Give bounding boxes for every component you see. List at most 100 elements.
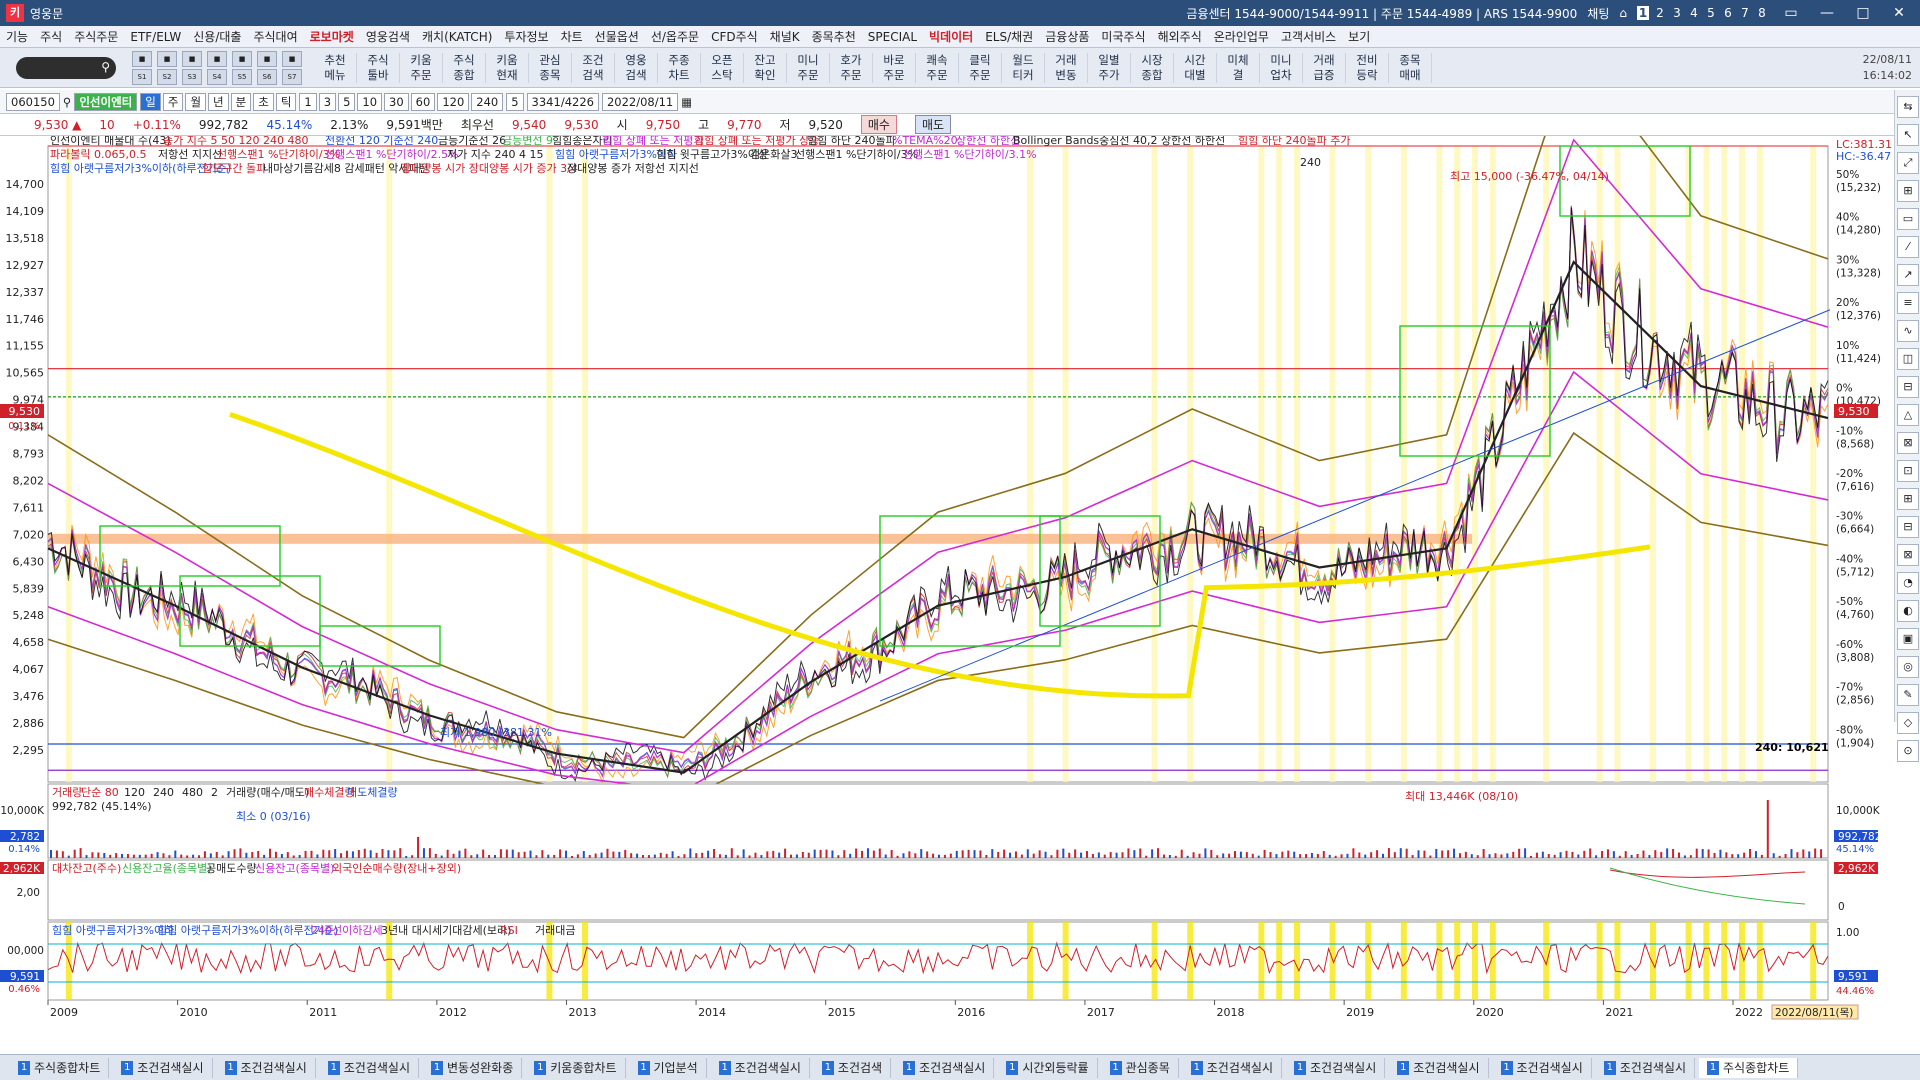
toolbar-button[interactable]: 오픈 스탁 [701, 52, 744, 83]
interval-tab[interactable]: 120 [437, 92, 470, 111]
taskbar-tab[interactable]: 1 조건검색실시 [320, 1057, 419, 1078]
menu-item[interactable]: CFD주식 [711, 28, 758, 45]
drawing-tool-icon[interactable]: ⊙ [1897, 740, 1919, 762]
toolbar-button[interactable]: 추천 메뉴 [314, 52, 357, 83]
toolbar-button[interactable]: 키움 현재 [486, 52, 529, 83]
page-4[interactable]: 4 [1688, 6, 1700, 20]
screen-slot-label[interactable]: S3 [182, 68, 202, 85]
menu-item[interactable]: 로보마켓 [310, 28, 354, 45]
menu-search-input[interactable]: ⚲ [16, 56, 116, 79]
menu-item[interactable]: 고객서비스 [1281, 28, 1336, 45]
drawing-tool-icon[interactable]: ⁄ [1897, 236, 1919, 258]
toolbar-button[interactable]: 키움 주문 [400, 52, 443, 83]
taskbar-tab[interactable]: 1 주식종합차트 [10, 1057, 110, 1078]
drawing-tool-icon[interactable]: ⤢ [1897, 152, 1919, 174]
menu-item[interactable]: 주식대여 [253, 28, 297, 45]
toolbar-button[interactable]: 조건 검색 [572, 52, 615, 83]
period-tab[interactable]: 초 [253, 92, 274, 111]
toolbar-button[interactable]: 잔고 확인 [744, 52, 787, 83]
interval-tab[interactable]: 30 [384, 92, 409, 111]
toolbar-button[interactable]: 일별 주가 [1088, 52, 1131, 83]
toolbar-button[interactable]: 관심 종목 [529, 52, 572, 83]
taskbar-tab[interactable]: 1 시간외등락률 [998, 1057, 1098, 1078]
toolbar-button[interactable]: 월드 티커 [1002, 52, 1045, 83]
screen-slot-label[interactable]: S7 [282, 68, 302, 85]
menu-item[interactable]: SPECIAL [868, 30, 917, 44]
drawing-tool-icon[interactable]: ≡ [1897, 292, 1919, 314]
screen-slot-label[interactable]: S2 [157, 68, 177, 85]
drawing-tool-icon[interactable]: ◫ [1897, 348, 1919, 370]
page-3[interactable]: 3 [1671, 6, 1683, 20]
toolbar-button[interactable]: 거래 급증 [1303, 52, 1346, 83]
chat-button[interactable]: 채팅 [1587, 5, 1609, 22]
screen-slot-label[interactable]: S1 [132, 68, 152, 85]
date-input[interactable]: 2022/08/11 [601, 92, 679, 111]
data-count[interactable]: 3341/4226 [526, 92, 599, 111]
toolbar-button[interactable]: 미니 업차 [1260, 52, 1303, 83]
interval-tab[interactable]: 3 [318, 92, 337, 111]
menu-item[interactable]: 주식 [40, 28, 62, 45]
drawing-tool-icon[interactable]: ⊞ [1897, 488, 1919, 510]
period-tab[interactable]: 년 [208, 92, 229, 111]
interval-tab[interactable]: 60 [410, 92, 436, 111]
restore-icon[interactable]: ▭ [1778, 5, 1804, 21]
menu-item[interactable]: 기능 [6, 28, 28, 45]
period-tab[interactable]: 틱 [275, 92, 297, 111]
menu-item[interactable]: 보기 [1348, 28, 1370, 45]
screen-icon[interactable]: ■ [232, 50, 252, 67]
drawing-tool-icon[interactable]: ⇆ [1897, 96, 1919, 118]
toolbar-button[interactable]: 종목 매매 [1389, 52, 1432, 83]
drawing-tool-icon[interactable]: ⊡ [1897, 460, 1919, 482]
maximize-icon[interactable]: □ [1850, 5, 1876, 21]
menu-item[interactable]: 주식주문 [74, 28, 118, 45]
drawing-tool-icon[interactable]: ✎ [1897, 684, 1919, 706]
period-tab[interactable]: 월 [185, 92, 207, 111]
menu-item[interactable]: 채널K [770, 28, 800, 45]
menu-item[interactable]: 온라인업무 [1214, 28, 1269, 45]
menu-item[interactable]: 미국주식 [1101, 28, 1145, 45]
menu-item[interactable]: 빅데이터 [929, 28, 973, 45]
drawing-tool-icon[interactable]: ⊞ [1897, 180, 1919, 202]
toolbar-button[interactable]: 주종 차트 [658, 52, 701, 83]
menu-item[interactable]: 신용/대출 [193, 28, 241, 45]
drawing-tool-icon[interactable]: ▣ [1897, 628, 1919, 650]
period-tab[interactable]: 주 [162, 92, 184, 111]
taskbar-tab[interactable]: 1 조건검색실시 [1389, 1057, 1489, 1078]
drawing-tool-icon[interactable]: ◐ [1897, 600, 1919, 622]
page-switcher[interactable]: 12345678 [1637, 6, 1768, 20]
drawing-tool-icon[interactable]: ↖ [1897, 124, 1919, 146]
menu-item[interactable]: 차트 [561, 28, 583, 45]
menu-item[interactable]: 금융상품 [1045, 28, 1089, 45]
taskbar-tab[interactable]: 1 주식종합차트 [1699, 1057, 1799, 1078]
minimize-icon[interactable]: — [1814, 5, 1840, 21]
page-1[interactable]: 1 [1637, 6, 1649, 20]
screen-icon[interactable]: ■ [132, 50, 152, 67]
close-icon[interactable]: ✕ [1886, 5, 1912, 21]
interval-tab[interactable]: 1 [299, 92, 317, 111]
chart-area[interactable]: 최고 15,000 (-36.47%, 04/14) 최저 1,980 (381.… [0, 136, 1920, 1054]
taskbar-tab[interactable]: 1 변동성완화종 [423, 1057, 523, 1078]
taskbar-tab[interactable]: 1 조건검색실시 [1286, 1057, 1386, 1078]
home-icon[interactable]: ⌂ [1619, 6, 1627, 20]
drawing-tool-icon[interactable]: ⊠ [1897, 432, 1919, 454]
drawing-tool-icon[interactable]: ⊠ [1897, 544, 1919, 566]
interval-input[interactable]: 5 [506, 92, 524, 111]
search-stock-icon[interactable]: ⚲ [63, 95, 71, 109]
menu-item[interactable]: 종목추천 [812, 28, 856, 45]
taskbar-tab[interactable]: 1 조건검색실시 [1493, 1057, 1592, 1078]
screen-icon[interactable]: ■ [182, 50, 202, 67]
calendar-icon[interactable]: ▦ [681, 95, 692, 109]
toolbar-button[interactable]: 거래 변동 [1045, 52, 1088, 83]
stock-name[interactable]: 인선이엔티 [74, 92, 138, 111]
screen-slot-label[interactable]: S4 [207, 68, 227, 85]
drawing-tool-icon[interactable]: ↗ [1897, 264, 1919, 286]
taskbar-tab[interactable]: 1 조건검색실시 [113, 1057, 213, 1078]
taskbar-tab[interactable]: 1 조건검색실시 [217, 1057, 316, 1078]
toolbar-button[interactable]: 클릭 주문 [959, 52, 1002, 83]
toolbar-button[interactable]: 미니 주문 [787, 52, 830, 83]
period-tab[interactable]: 일 [140, 92, 161, 111]
interval-tab[interactable]: 240 [471, 92, 504, 111]
menu-item[interactable]: 해외주식 [1158, 28, 1202, 45]
screen-icon[interactable]: ■ [207, 50, 227, 67]
menu-item[interactable]: ELS/채권 [985, 28, 1033, 45]
